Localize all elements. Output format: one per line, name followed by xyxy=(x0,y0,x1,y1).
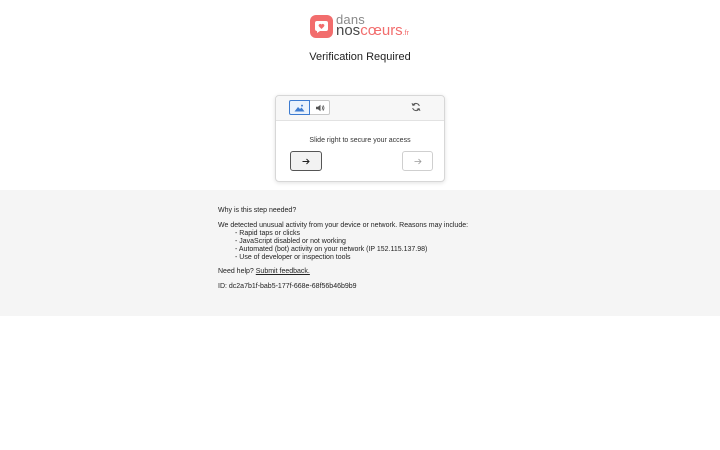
image-mountain-icon xyxy=(294,99,305,117)
slider-target xyxy=(402,151,433,171)
arrow-right-icon xyxy=(302,152,310,170)
arrow-right-icon xyxy=(414,152,422,170)
brand-wordmark: dans noscœurs.fr xyxy=(336,13,409,39)
help-prefix: Need help? xyxy=(218,268,254,275)
submit-feedback-link[interactable]: Submit feedback. xyxy=(256,268,310,275)
heart-chat-icon xyxy=(310,15,333,38)
refresh-icon xyxy=(411,99,421,117)
slider-handle[interactable] xyxy=(290,151,322,171)
list-item: - Automated (bot) activity on your netwo… xyxy=(235,246,428,253)
help-line: Need help? Submit feedback. xyxy=(218,268,468,276)
brand-line2a: nos xyxy=(336,22,361,39)
captcha-toolbar xyxy=(276,96,444,121)
captcha-mode-toggle xyxy=(289,100,330,115)
list-item: - JavaScript disabled or not working xyxy=(235,238,346,245)
brand-logo: dans noscœurs.fr xyxy=(310,13,409,39)
slider-track[interactable] xyxy=(290,151,433,171)
captcha-widget: Slide right to secure your access xyxy=(275,95,445,182)
speaker-audio-icon xyxy=(315,99,325,117)
info-question: Why is this step needed? xyxy=(218,207,297,214)
reasons-list: - Rapid taps or clicks - JavaScript disa… xyxy=(218,230,468,262)
list-item: - Rapid taps or clicks xyxy=(235,230,300,237)
list-item: - Use of developer or inspection tools xyxy=(235,254,351,261)
captcha-instruction: Slide right to secure your access xyxy=(309,137,411,144)
audio-mode-button[interactable] xyxy=(310,100,330,115)
info-panel: Why is this step needed? We detected unu… xyxy=(0,190,720,316)
brand-line2b: cœurs xyxy=(360,22,403,39)
page-title: Verification Required xyxy=(309,51,411,63)
info-intro: We detected unusual activity from your d… xyxy=(218,222,469,229)
refresh-button[interactable] xyxy=(410,102,422,114)
info-content: Why is this step needed? We detected unu… xyxy=(218,207,468,291)
request-id: ID: dc2a7b1f-bab5-177f-668e-68f56b46b9b9 xyxy=(218,283,357,290)
image-mode-button[interactable] xyxy=(289,100,310,115)
brand-tld: .fr xyxy=(402,30,409,37)
header: dans noscœurs.fr Verification Required S… xyxy=(0,0,720,190)
